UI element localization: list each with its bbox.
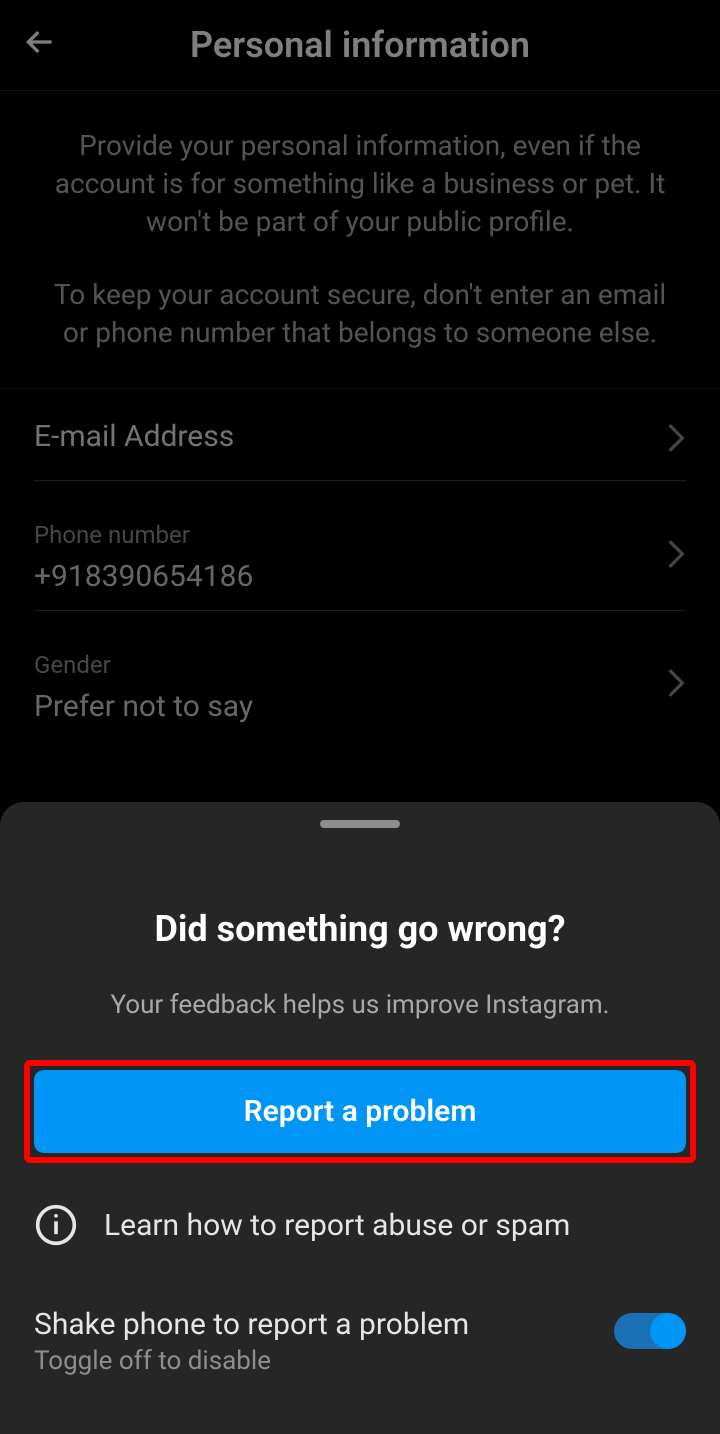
phone-value: +918390654186 [34, 559, 686, 594]
shake-toggle-subtitle: Toggle off to disable [34, 1346, 614, 1376]
learn-abuse-link[interactable]: Learn how to report abuse or spam [34, 1203, 686, 1247]
sheet-subtitle: Your feedback helps us improve Instagram… [0, 990, 720, 1020]
toggle-knob [650, 1313, 686, 1349]
field-underline [34, 480, 686, 481]
annotation-highlight: Report a problem [24, 1060, 696, 1163]
shake-toggle-switch[interactable] [614, 1313, 686, 1349]
gender-label: Gender [34, 651, 686, 679]
shake-toggle-row: Shake phone to report a problem Toggle o… [34, 1307, 686, 1376]
info-icon [34, 1203, 78, 1247]
field-underline [34, 610, 686, 611]
sheet-title: Did something go wrong? [0, 908, 720, 950]
email-label: E-mail Address [34, 419, 686, 454]
phone-field[interactable]: Phone number +918390654186 [0, 491, 720, 621]
gender-field[interactable]: Gender Prefer not to say [0, 621, 720, 750]
chevron-right-icon [666, 538, 686, 574]
report-problem-button[interactable]: Report a problem [34, 1070, 686, 1153]
sheet-grabber[interactable] [320, 820, 400, 828]
phone-label: Phone number [34, 521, 686, 549]
back-button[interactable] [20, 22, 70, 68]
gender-value: Prefer not to say [34, 689, 686, 724]
chevron-right-icon [666, 422, 686, 458]
shake-toggle-title: Shake phone to report a problem [34, 1307, 614, 1342]
description-text-2: To keep your account secure, don't enter… [50, 276, 670, 352]
report-bottom-sheet: Did something go wrong? Your feedback he… [0, 802, 720, 1434]
email-field[interactable]: E-mail Address [0, 389, 720, 491]
description-block: Provide your personal information, even … [0, 91, 720, 388]
page-title: Personal information [70, 24, 650, 66]
description-text-1: Provide your personal information, even … [50, 127, 670, 240]
learn-abuse-text: Learn how to report abuse or spam [104, 1208, 570, 1243]
chevron-right-icon [666, 667, 686, 703]
